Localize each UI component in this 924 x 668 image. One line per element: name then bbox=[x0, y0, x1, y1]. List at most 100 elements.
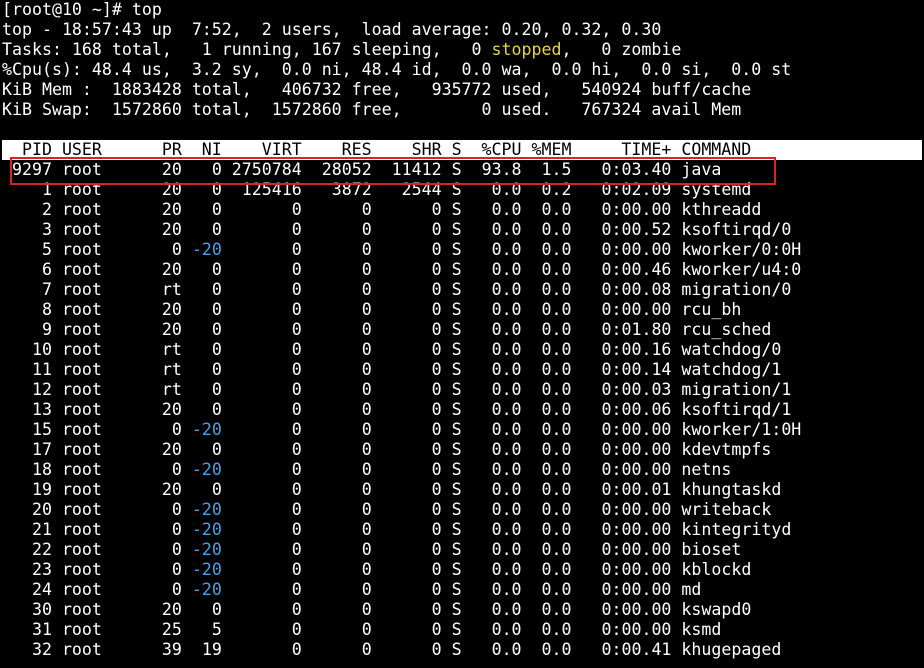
process-row[interactable]: 24 root 0 -20 0 0 0 S 0.0 0.0 0:00.00 md bbox=[2, 580, 924, 600]
cell-priority: 0 bbox=[151, 580, 182, 599]
cell-user: root bbox=[51, 240, 152, 259]
cell-virt: 0 bbox=[221, 440, 302, 459]
process-row[interactable]: 31 root 25 5 0 0 0 S 0.0 0.0 0:00.00 ksm… bbox=[2, 620, 924, 640]
process-row-selected[interactable]: 9297 root 20 0 2750784 28052 11412 S 93.… bbox=[2, 160, 924, 180]
cell-time: 0:02.09 bbox=[571, 180, 672, 199]
cell-res: 0 bbox=[301, 260, 372, 279]
cell-cpu: 0.0 bbox=[461, 540, 522, 559]
cell-nice: 0 bbox=[181, 400, 222, 419]
cell-res: 28052 bbox=[301, 160, 372, 179]
process-row[interactable]: 7 root rt 0 0 0 0 S 0.0 0.0 0:00.08 migr… bbox=[2, 280, 924, 300]
cell-priority: 20 bbox=[151, 440, 182, 459]
cell-pid: 2 bbox=[2, 200, 52, 219]
cell-shr: 0 bbox=[371, 500, 442, 519]
cell-state: S bbox=[441, 360, 462, 379]
cell-virt: 0 bbox=[221, 400, 302, 419]
process-row[interactable]: 21 root 0 -20 0 0 0 S 0.0 0.0 0:00.00 ki… bbox=[2, 520, 924, 540]
cell-res: 0 bbox=[301, 400, 372, 419]
cell-user: root bbox=[51, 640, 152, 659]
cell-virt: 0 bbox=[221, 380, 302, 399]
process-row[interactable]: 6 root 20 0 0 0 0 S 0.0 0.0 0:00.46 kwor… bbox=[2, 260, 924, 280]
cell-virt: 0 bbox=[221, 580, 302, 599]
cell-priority: 0 bbox=[151, 560, 182, 579]
cell-nice: 0 bbox=[181, 160, 222, 179]
cell-state: S bbox=[441, 480, 462, 499]
cell-priority: 0 bbox=[151, 460, 182, 479]
cell-shr: 0 bbox=[371, 420, 442, 439]
terminal-window[interactable]: [root@10 ~]# top top - 18:57:43 up 7:52,… bbox=[2, 0, 924, 668]
cell-res: 0 bbox=[301, 500, 372, 519]
process-row[interactable]: 2 root 20 0 0 0 0 S 0.0 0.0 0:00.00 kthr… bbox=[2, 200, 924, 220]
process-row[interactable]: 5 root 0 -20 0 0 0 S 0.0 0.0 0:00.00 kwo… bbox=[2, 240, 924, 260]
cell-cpu: 93.8 bbox=[461, 160, 522, 179]
process-row[interactable]: 3 root 20 0 0 0 0 S 0.0 0.0 0:00.52 ksof… bbox=[2, 220, 924, 240]
cell-cpu: 0.0 bbox=[461, 580, 522, 599]
cell-res: 0 bbox=[301, 420, 372, 439]
cell-cpu: 0.0 bbox=[461, 480, 522, 499]
cell-command: khungtaskd bbox=[671, 480, 782, 499]
process-row[interactable]: 12 root rt 0 0 0 0 S 0.0 0.0 0:00.03 mig… bbox=[2, 380, 924, 400]
cell-virt: 0 bbox=[221, 240, 302, 259]
cell-priority: 39 bbox=[151, 640, 182, 659]
cell-shr: 0 bbox=[371, 540, 442, 559]
cell-nice: -20 bbox=[181, 540, 222, 559]
cell-cpu: 0.0 bbox=[461, 600, 522, 619]
process-row[interactable]: 32 root 39 19 0 0 0 S 0.0 0.0 0:00.41 kh… bbox=[2, 640, 924, 660]
process-row[interactable]: 11 root rt 0 0 0 0 S 0.0 0.0 0:00.14 wat… bbox=[2, 360, 924, 380]
cell-state: S bbox=[441, 400, 462, 419]
cell-cpu: 0.0 bbox=[461, 220, 522, 239]
process-row[interactable]: 30 root 20 0 0 0 0 S 0.0 0.0 0:00.00 ksw… bbox=[2, 600, 924, 620]
cell-state: S bbox=[441, 200, 462, 219]
cell-command: kworker/0:0H bbox=[671, 240, 802, 259]
cell-pid: 1 bbox=[2, 180, 52, 199]
process-row[interactable]: 20 root 0 -20 0 0 0 S 0.0 0.0 0:00.00 wr… bbox=[2, 500, 924, 520]
cell-user: root bbox=[51, 200, 152, 219]
cell-time: 0:00.00 bbox=[571, 460, 672, 479]
cell-pid: 30 bbox=[2, 600, 52, 619]
cell-res: 0 bbox=[301, 360, 372, 379]
process-row[interactable]: 15 root 0 -20 0 0 0 S 0.0 0.0 0:00.00 kw… bbox=[2, 420, 924, 440]
cell-mem: 0.0 bbox=[521, 280, 572, 299]
process-row[interactable]: 17 root 20 0 0 0 0 S 0.0 0.0 0:00.00 kde… bbox=[2, 440, 924, 460]
cell-virt: 2750784 bbox=[221, 160, 302, 179]
cell-priority: 0 bbox=[151, 240, 182, 259]
cell-state: S bbox=[441, 620, 462, 639]
cell-command: kblockd bbox=[671, 560, 752, 579]
cell-command: watchdog/1 bbox=[671, 360, 782, 379]
process-row[interactable]: 8 root 20 0 0 0 0 S 0.0 0.0 0:00.00 rcu_… bbox=[2, 300, 924, 320]
cell-command: ksmd bbox=[671, 620, 722, 639]
tasks-text-after: , 0 zombie bbox=[561, 40, 682, 59]
cell-command: md bbox=[671, 580, 702, 599]
process-row[interactable]: 18 root 0 -20 0 0 0 S 0.0 0.0 0:00.00 ne… bbox=[2, 460, 924, 480]
cell-cpu: 0.0 bbox=[461, 640, 522, 659]
cell-cpu: 0.0 bbox=[461, 360, 522, 379]
process-row[interactable]: 9 root 20 0 0 0 0 S 0.0 0.0 0:01.80 rcu_… bbox=[2, 320, 924, 340]
cell-virt: 0 bbox=[221, 540, 302, 559]
process-row[interactable]: 22 root 0 -20 0 0 0 S 0.0 0.0 0:00.00 bi… bbox=[2, 540, 924, 560]
cell-state: S bbox=[441, 580, 462, 599]
cell-res: 0 bbox=[301, 200, 372, 219]
cell-priority: 0 bbox=[151, 540, 182, 559]
process-row[interactable]: 10 root rt 0 0 0 0 S 0.0 0.0 0:00.16 wat… bbox=[2, 340, 924, 360]
cell-cpu: 0.0 bbox=[461, 420, 522, 439]
cell-command: kdevtmpfs bbox=[671, 440, 772, 459]
cell-res: 0 bbox=[301, 320, 372, 339]
cell-mem: 0.0 bbox=[521, 640, 572, 659]
swap-line: KiB Swap: 1572860 total, 1572860 free, 0… bbox=[2, 100, 742, 119]
cell-time: 0:00.06 bbox=[571, 400, 672, 419]
cell-res: 0 bbox=[301, 620, 372, 639]
cell-res: 0 bbox=[301, 300, 372, 319]
cell-time: 0:00.46 bbox=[571, 260, 672, 279]
cell-command: netns bbox=[671, 460, 732, 479]
cell-pid: 9297 bbox=[2, 160, 52, 179]
cell-pid: 10 bbox=[2, 340, 52, 359]
cell-time: 0:00.00 bbox=[571, 520, 672, 539]
cell-shr: 0 bbox=[371, 520, 442, 539]
process-row[interactable]: 1 root 20 0 125416 3872 2544 S 0.0 0.2 0… bbox=[2, 180, 924, 200]
cell-mem: 0.0 bbox=[521, 380, 572, 399]
process-row[interactable]: 13 root 20 0 0 0 0 S 0.0 0.0 0:00.06 kso… bbox=[2, 400, 924, 420]
cell-virt: 0 bbox=[221, 200, 302, 219]
process-row[interactable]: 19 root 20 0 0 0 0 S 0.0 0.0 0:00.01 khu… bbox=[2, 480, 924, 500]
process-row[interactable]: 23 root 0 -20 0 0 0 S 0.0 0.0 0:00.00 kb… bbox=[2, 560, 924, 580]
cell-shr: 0 bbox=[371, 400, 442, 419]
